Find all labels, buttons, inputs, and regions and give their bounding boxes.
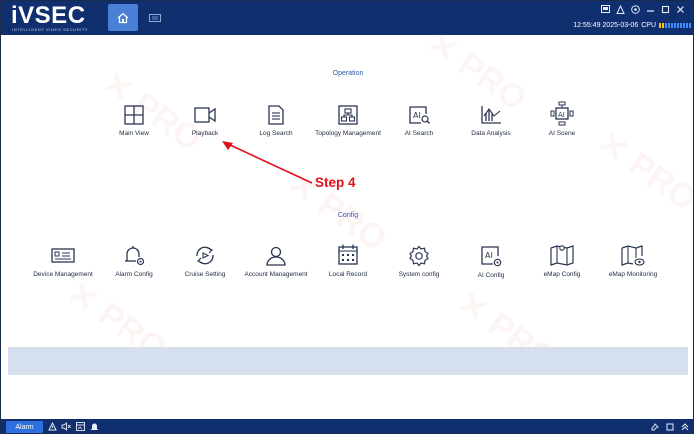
watermark: ✕ PRO	[590, 123, 694, 219]
cpu-label: CPU	[641, 22, 656, 29]
bottom-toolbar	[47, 421, 99, 432]
cruise-setting-button[interactable]: Cruise Setting	[170, 244, 240, 279]
main-view-label: Main View	[119, 130, 149, 137]
user-account-icon	[266, 246, 286, 266]
device-tab[interactable]	[141, 4, 169, 31]
alarm-button[interactable]: Alarm	[6, 421, 43, 433]
analysis-chart-icon	[481, 106, 501, 124]
local-record-button[interactable]: Local Record	[313, 243, 383, 279]
monitor-tab-icon	[149, 13, 161, 22]
info-icon[interactable]	[630, 4, 640, 14]
emap-monitoring-label: eMap Monitoring	[608, 271, 658, 278]
topology-management-label: Topology Management	[315, 130, 381, 137]
data-analysis-label: Data Analysis	[471, 130, 511, 137]
ai-scene-icon: AI	[550, 101, 574, 126]
video-camera-icon	[194, 107, 216, 123]
logo-subtitle: INTELLIGENT VIDEO SECURITY	[12, 27, 89, 32]
alarm-config-button[interactable]: Alarm Config	[99, 243, 169, 279]
ai-scene-label: AI Scene	[548, 130, 576, 137]
logo-text: iVSEC	[11, 2, 86, 29]
user-lock-icon[interactable]	[615, 4, 625, 14]
document-icon	[268, 105, 284, 125]
grid-window-icon	[124, 105, 144, 125]
restore-icon[interactable]	[665, 421, 674, 432]
ai-search-button[interactable]: AI AI Search	[384, 104, 454, 138]
mute-icon[interactable]	[61, 421, 71, 432]
datetime: 12:55:49 2025-03-06	[573, 22, 639, 29]
playback-button[interactable]: Playback	[170, 104, 240, 138]
top-bar: iVSEC INTELLIGENT VIDEO SECURITY 12:55:4…	[1, 1, 693, 35]
window-controls	[600, 4, 685, 14]
settings-gear-icon	[409, 245, 429, 267]
svg-text:AI: AI	[485, 251, 493, 260]
alarm-status-icon[interactable]	[47, 421, 57, 432]
local-record-label: Local Record	[328, 271, 368, 278]
ai-config-icon: AI	[481, 246, 502, 267]
alarm-bell-gear-icon	[125, 246, 145, 266]
calendar-record-icon	[338, 244, 358, 265]
bottom-right-controls	[650, 421, 689, 432]
ai-config-button[interactable]: AI AI Config	[456, 244, 526, 280]
collapse-up-icon[interactable]	[680, 421, 689, 432]
home-icon	[117, 12, 129, 23]
emap-monitoring-button[interactable]: eMap Monitoring	[598, 245, 668, 279]
ai-search-icon: AI	[409, 106, 430, 124]
ai-scene-button[interactable]: AI AI Scene	[527, 101, 597, 138]
app-window: iVSEC INTELLIGENT VIDEO SECURITY 12:55:4…	[0, 0, 694, 434]
topology-icon	[338, 105, 358, 125]
map-monitoring-icon	[621, 245, 645, 266]
screenshot-icon[interactable]	[600, 4, 610, 14]
emap-config-button[interactable]: eMap Config	[527, 243, 597, 279]
minimize-icon[interactable]	[645, 4, 655, 14]
home-tab[interactable]	[108, 4, 138, 31]
cruise-sync-icon	[196, 246, 214, 265]
config-section-title: Config	[337, 212, 359, 219]
system-config-button[interactable]: System config	[384, 245, 454, 279]
bell-icon[interactable]	[89, 421, 99, 432]
annotation-arrow	[222, 141, 313, 184]
status-line: 12:55:49 2025-03-06 CPU	[573, 22, 691, 29]
bottom-bar: Alarm	[1, 419, 693, 433]
device-management-button[interactable]: Device Management	[28, 245, 98, 279]
close-icon[interactable]	[675, 4, 685, 14]
account-management-button[interactable]: Account Management	[241, 245, 311, 279]
info-bar	[8, 347, 688, 375]
operation-section-title: Operation	[332, 70, 364, 77]
svg-text:AI: AI	[413, 111, 421, 120]
device-management-label: Device Management	[33, 271, 93, 278]
topology-management-button[interactable]: Topology Management	[313, 104, 383, 138]
ai-config-label: AI Config	[477, 272, 505, 279]
system-config-label: System config	[398, 271, 440, 278]
emap-config-label: eMap Config	[543, 271, 581, 278]
recorder-device-icon	[51, 248, 75, 263]
data-analysis-button[interactable]: Data Analysis	[456, 104, 526, 138]
log-search-button[interactable]: Log Search	[241, 104, 311, 138]
maximize-icon[interactable]	[660, 4, 670, 14]
account-management-label: Account Management	[244, 271, 308, 278]
logo: iVSEC INTELLIGENT VIDEO SECURITY	[11, 3, 93, 33]
image-view-icon[interactable]	[75, 421, 85, 432]
cruise-setting-label: Cruise Setting	[184, 271, 226, 278]
step-annotation: Step 4	[315, 175, 356, 190]
ai-search-label: AI Search	[404, 130, 434, 137]
svg-text:AI: AI	[558, 111, 565, 119]
main-view-button[interactable]: Main View	[99, 104, 169, 138]
pin-icon[interactable]	[650, 421, 659, 432]
cpu-meter	[659, 23, 691, 28]
alarm-config-label: Alarm Config	[115, 271, 153, 278]
map-config-icon	[550, 245, 574, 266]
